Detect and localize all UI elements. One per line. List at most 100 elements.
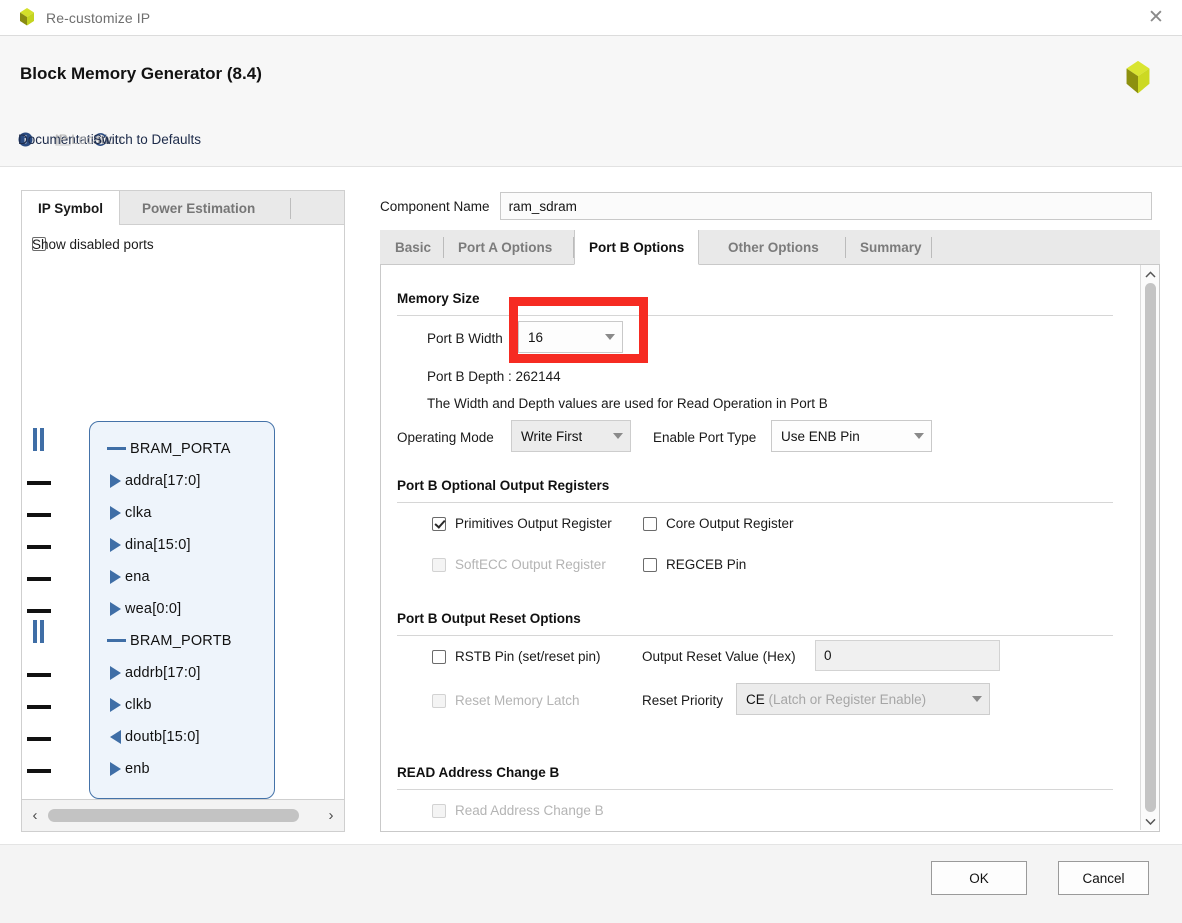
scroll-down-icon[interactable] (1141, 812, 1160, 830)
port-label: doutb[15:0] (125, 728, 200, 745)
show-disabled-ports-row[interactable]: Show disabled ports (32, 237, 154, 252)
pin-stub (27, 673, 51, 677)
tab-port-b-options[interactable]: Port B Options (574, 230, 700, 265)
hscroll-thumb[interactable] (48, 809, 300, 822)
vscroll-thumb[interactable] (1144, 283, 1156, 812)
component-name-label: Component Name (380, 198, 490, 214)
port-b-width-dropdown[interactable]: 16 (518, 321, 623, 353)
dialog-header: Block Memory Generator (8.4) Documentati… (0, 36, 1182, 167)
port-b-width-label: Port B Width (427, 331, 503, 346)
primitives-output-register-row[interactable]: Primitives Output Register (432, 516, 612, 531)
reset-priority-value-detail: (Latch or Register Enable) (768, 691, 927, 707)
symbol-port-addra: addra[17:0] (90, 465, 276, 496)
section-divider (397, 789, 1113, 790)
chevron-down-icon (914, 433, 924, 439)
output-arrow-icon (110, 729, 121, 744)
input-arrow-icon (110, 761, 121, 776)
input-arrow-icon (110, 505, 121, 520)
chevron-up-glyph (1144, 270, 1156, 278)
tab-ip-symbol[interactable]: IP Symbol (22, 191, 121, 225)
input-arrow-icon (110, 569, 121, 584)
section-output-reset-options: Port B Output Reset Options (397, 611, 581, 626)
section-read-address-change-b: READ Address Change B (397, 765, 560, 780)
component-name-input[interactable]: ram_sdram (499, 192, 1152, 220)
operating-mode-label: Operating Mode (397, 430, 494, 445)
input-arrow-icon (110, 601, 121, 616)
core-output-register-label: Core Output Register (666, 516, 794, 531)
primitives-output-register-label: Primitives Output Register (455, 516, 612, 531)
reset-priority-label: Reset Priority (642, 693, 724, 708)
scroll-right-icon[interactable]: › (318, 807, 344, 824)
output-reset-value-input[interactable]: 0 (815, 640, 1000, 671)
symbol-port-ena: ena (90, 561, 276, 592)
tab-port-a-options[interactable]: Port A Options (444, 230, 566, 265)
symbol-port-wea: wea[0:0] (90, 593, 276, 624)
scroll-up-icon[interactable] (1141, 265, 1160, 283)
section-memory-size: Memory Size (397, 291, 480, 306)
core-output-register-row[interactable]: Core Output Register (643, 516, 794, 531)
read-address-change-b-row: Read Address Change B (432, 803, 604, 818)
symbol-horizontal-scrollbar[interactable]: ‹ › (22, 799, 344, 831)
rstb-pin-checkbox[interactable] (432, 649, 446, 664)
input-arrow-icon (110, 473, 121, 488)
regceb-pin-label: REGCEB Pin (666, 557, 747, 572)
operating-mode-dropdown[interactable]: Write First (511, 420, 631, 452)
vscroll-track[interactable] (1141, 283, 1160, 812)
reset-priority-dropdown[interactable]: CE (Latch or Register Enable) (736, 683, 990, 715)
left-panel-tabbar: IP Symbol Power Estimation (22, 191, 344, 225)
chevron-down-glyph (1144, 818, 1156, 825)
tab-port-b-options-label: Port B Options (589, 239, 685, 255)
show-disabled-ports-label: Show disabled ports (32, 236, 154, 252)
tab-other-options-label: Other Options (728, 240, 819, 255)
operating-mode-value: Write First (521, 428, 583, 444)
port-label: BRAM_PORTA (130, 440, 231, 457)
regceb-pin-row[interactable]: REGCEB Pin (643, 557, 746, 572)
rstb-pin-row[interactable]: RSTB Pin (set/reset pin) (432, 649, 601, 664)
regceb-pin-checkbox[interactable] (643, 557, 657, 572)
enable-port-type-dropdown[interactable]: Use ENB Pin (771, 420, 932, 452)
tab-summary[interactable]: Summary (846, 230, 936, 265)
documentation-button[interactable]: Documentation (14, 130, 109, 149)
cancel-button[interactable]: Cancel (1058, 861, 1149, 895)
pin-stub (27, 545, 51, 549)
rstb-pin-label: RSTB Pin (set/reset pin) (455, 649, 601, 664)
pin-stub (27, 705, 51, 709)
port-label: ena (125, 568, 150, 585)
port-b-width-value: 16 (528, 329, 544, 345)
options-tabbar: Basic Port A Options Port B Options Othe… (380, 230, 1160, 265)
tab-basic-label: Basic (395, 240, 432, 255)
tab-power-estimation[interactable]: Power Estimation (126, 191, 271, 225)
content-vertical-scrollbar[interactable] (1140, 265, 1159, 830)
tab-power-estimation-label: Power Estimation (142, 200, 256, 216)
symbol-port-BRAM_PORTA: BRAM_PORTA (90, 433, 276, 464)
section-divider (397, 635, 1113, 636)
symbol-port-doutb: doutb[15:0] (90, 721, 276, 752)
hscroll-track[interactable] (48, 809, 318, 822)
ok-button[interactable]: OK (931, 861, 1027, 895)
switch-to-defaults-button[interactable]: Switch to Defaults (89, 130, 201, 149)
port-b-options-panel: Memory Size Port B Width 16 Port B Depth… (380, 265, 1160, 832)
softecc-output-register-label: SoftECC Output Register (455, 557, 606, 572)
window-title: Re-customize IP (46, 9, 151, 26)
tab-separator (290, 198, 291, 219)
tab-other-options[interactable]: Other Options (714, 230, 833, 265)
port-label: clka (125, 504, 152, 521)
core-output-register-checkbox[interactable] (643, 516, 657, 531)
pin-stub (27, 513, 51, 517)
ip-symbol-panel: IP Symbol Power Estimation Show disabled… (21, 190, 345, 832)
enable-port-type-value: Use ENB Pin (781, 428, 860, 444)
pin-stub (27, 481, 51, 485)
ip-location-button[interactable]: IP Location (51, 131, 122, 149)
port-label: dina[15:0] (125, 536, 191, 553)
tab-ip-symbol-label: IP Symbol (38, 200, 104, 216)
symbol-port-BRAM_PORTB: BRAM_PORTB (90, 625, 276, 656)
symbol-port-addrb: addrb[17:0] (90, 657, 276, 688)
bus-dash-icon (107, 447, 126, 450)
primitives-output-register-checkbox[interactable] (432, 516, 446, 531)
port-label: addrb[17:0] (125, 664, 201, 681)
scroll-left-icon[interactable]: ‹ (22, 807, 48, 824)
reset-priority-value: CE (746, 691, 765, 707)
tab-basic[interactable]: Basic (381, 230, 445, 265)
tab-summary-label: Summary (860, 240, 922, 255)
close-icon[interactable]: ✕ (1130, 0, 1182, 35)
